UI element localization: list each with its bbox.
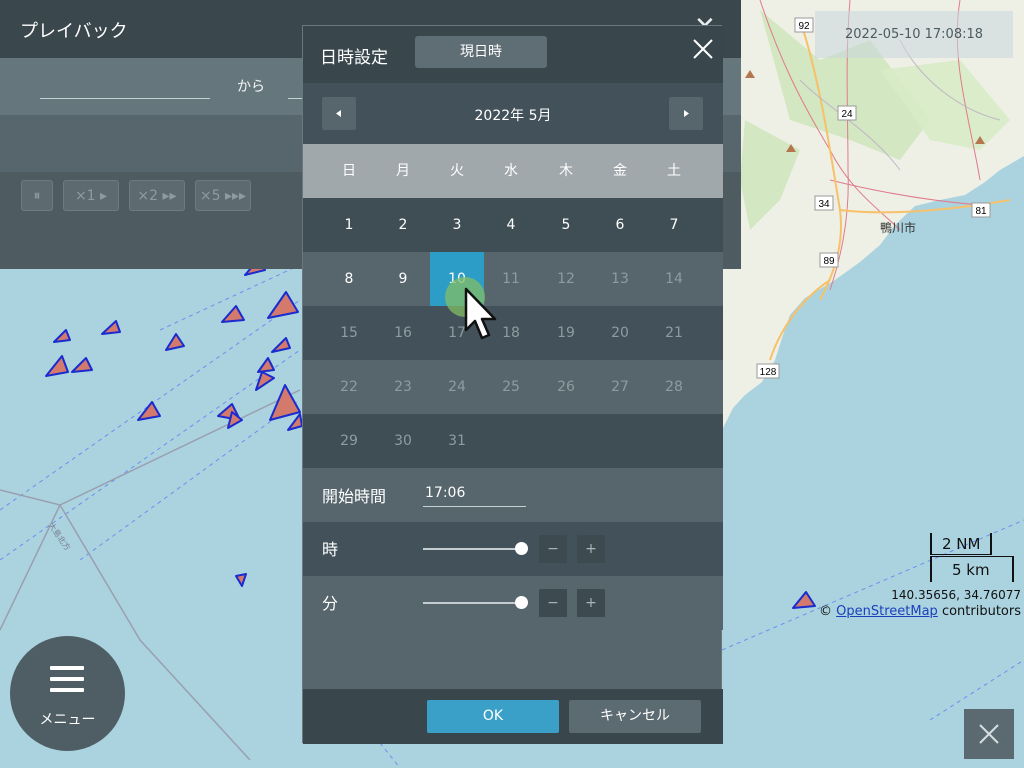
- scale-bar-km: 5 km: [930, 556, 1014, 582]
- mouse-cursor-icon: [464, 287, 497, 340]
- hamburger-icon: [50, 666, 84, 692]
- calendar-day[interactable]: 8: [322, 252, 376, 306]
- weekday-header: 日 月 火 水 木 金 土: [303, 144, 723, 198]
- dialog-title: 日時設定: [320, 48, 388, 68]
- weekday-thu: 木: [559, 163, 573, 179]
- calendar-week-row: 1234567: [303, 198, 723, 252]
- calendar-week-row: 15 16 17 18 19 20 21: [303, 306, 723, 360]
- calendar-day[interactable]: 31: [430, 414, 484, 468]
- attribution-suffix: contributors: [937, 604, 1021, 619]
- hour-label: 時: [322, 540, 339, 559]
- place-label-kamogawa: 鴨川市: [880, 220, 916, 235]
- datetime-dialog: 日時設定 現日時 2022年 5月 日 月 火 水 木 金 土 12345678…: [302, 25, 723, 744]
- caret-right-icon: [684, 110, 689, 117]
- calendar-week-row: 891011121314: [303, 252, 723, 306]
- calendar-week-row: 22 23 24 25 26 27 28: [303, 360, 723, 414]
- weekday-sat: 土: [667, 163, 681, 179]
- calendar-day[interactable]: 4: [484, 198, 538, 252]
- menu-button[interactable]: メニュー: [10, 636, 125, 751]
- calendar-day[interactable]: 15: [322, 306, 376, 360]
- calendar-day[interactable]: 14: [647, 252, 701, 306]
- minute-slider-thumb[interactable]: [515, 596, 528, 609]
- minute-decrement-button[interactable]: −: [539, 589, 567, 617]
- attribution-prefix: ©: [819, 604, 837, 619]
- calendar-day[interactable]: 20: [593, 306, 647, 360]
- route-shield-24: 24: [841, 109, 853, 120]
- calendar-day[interactable]: 2: [376, 198, 430, 252]
- minute-row: 分 − +: [303, 576, 723, 630]
- calendar-day[interactable]: 29: [322, 414, 376, 468]
- dialog-footer: OK キャンセル: [303, 689, 723, 744]
- route-shield-92: 92: [798, 21, 810, 32]
- start-time-input[interactable]: 17:06: [423, 480, 526, 507]
- cancel-button[interactable]: キャンセル: [569, 700, 701, 733]
- current-datetime-button[interactable]: 現日時: [415, 36, 547, 68]
- calendar-week-row: 29 30 31: [303, 414, 723, 468]
- calendar-day[interactable]: 16: [376, 306, 430, 360]
- pause-button[interactable]: ⏸: [21, 180, 53, 211]
- calendar-day[interactable]: 30: [376, 414, 430, 468]
- next-month-button[interactable]: [669, 97, 703, 130]
- playback-title: プレイバック: [20, 21, 128, 42]
- month-label: 2022年 5月: [474, 108, 552, 124]
- calendar-day[interactable]: 25: [484, 360, 538, 414]
- calendar-day[interactable]: 13: [593, 252, 647, 306]
- minute-slider[interactable]: [423, 602, 521, 604]
- route-shield-81: 81: [975, 206, 987, 217]
- weekday-mon: 月: [396, 163, 410, 179]
- route-shield-128: 128: [760, 367, 777, 378]
- calendar-day[interactable]: 3: [430, 198, 484, 252]
- calendar-day[interactable]: 21: [647, 306, 701, 360]
- ok-button[interactable]: OK: [427, 700, 559, 733]
- calendar-day[interactable]: 24: [430, 360, 484, 414]
- calendar-day[interactable]: 7: [647, 198, 701, 252]
- hour-increment-button[interactable]: +: [577, 535, 605, 563]
- from-label: から: [237, 79, 265, 95]
- hour-slider[interactable]: [423, 548, 521, 550]
- dialog-header: 日時設定 現日時: [303, 26, 723, 83]
- openstreetmap-link[interactable]: OpenStreetMap: [836, 604, 938, 619]
- calendar-day[interactable]: 5: [539, 198, 593, 252]
- hour-row: 時 − +: [303, 522, 723, 576]
- calendar-day[interactable]: 1: [322, 198, 376, 252]
- calendar-day[interactable]: 9: [376, 252, 430, 306]
- start-time-row: 開始時間 17:06: [303, 468, 723, 522]
- start-time-label: 開始時間: [322, 487, 387, 506]
- weekday-wed: 水: [504, 163, 518, 179]
- calendar-day[interactable]: 27: [593, 360, 647, 414]
- calendar-day[interactable]: 6: [593, 198, 647, 252]
- scale-km-label: 5 km: [952, 561, 990, 579]
- start-datetime-input[interactable]: [40, 74, 210, 99]
- close-icon[interactable]: [692, 38, 714, 60]
- speed-5x-button[interactable]: ×5 ▸▸▸: [195, 180, 251, 211]
- speed-1x-button[interactable]: ×1 ▸: [63, 180, 119, 211]
- cursor-coordinates: 140.35656, 34.76077: [891, 588, 1021, 602]
- scale-nm-label: 2 NM: [942, 535, 981, 553]
- hour-slider-thumb[interactable]: [515, 542, 528, 555]
- calendar-day[interactable]: 23: [376, 360, 430, 414]
- calendar-day[interactable]: 22: [322, 360, 376, 414]
- weekday-fri: 金: [613, 163, 627, 179]
- weekday-tue: 火: [450, 163, 464, 179]
- speed-2x-button[interactable]: ×2 ▸▸: [129, 180, 185, 211]
- month-navigation: 2022年 5月: [303, 83, 723, 144]
- close-button[interactable]: [964, 709, 1014, 759]
- timestamp-display: 2022-05-10 17:08:18: [815, 11, 1013, 58]
- route-shield-34: 34: [818, 199, 830, 210]
- minute-label: 分: [322, 594, 339, 613]
- scale-bar-nm: 2 NM: [930, 533, 992, 555]
- calendar-day[interactable]: 19: [539, 306, 593, 360]
- hour-decrement-button[interactable]: −: [539, 535, 567, 563]
- map-attribution: © OpenStreetMap contributors: [819, 604, 1021, 619]
- menu-label: メニュー: [39, 712, 96, 728]
- calendar-day[interactable]: 26: [539, 360, 593, 414]
- route-shield-89: 89: [823, 256, 835, 267]
- minute-increment-button[interactable]: +: [577, 589, 605, 617]
- close-icon: [979, 724, 999, 744]
- calendar-day[interactable]: 28: [647, 360, 701, 414]
- weekday-sun: 日: [342, 163, 356, 179]
- calendar-day[interactable]: 12: [539, 252, 593, 306]
